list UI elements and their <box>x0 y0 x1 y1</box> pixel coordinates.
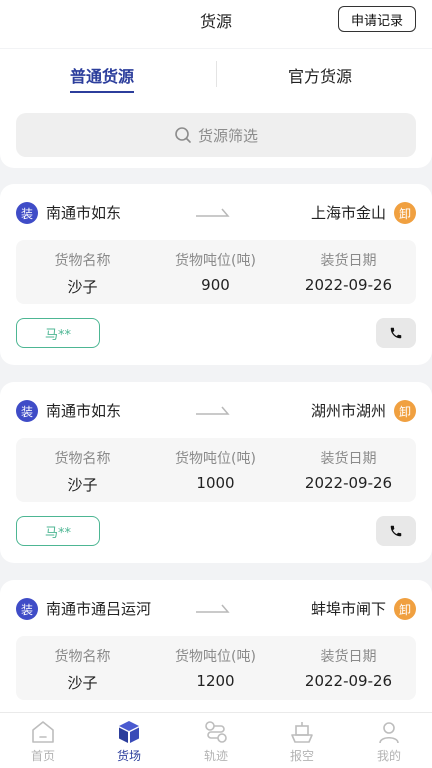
date-value: 2022-09-26 <box>304 276 393 294</box>
destination-label: 湖州市湖州 <box>310 402 386 420</box>
cube-icon <box>119 721 139 743</box>
tabbar-label: 轨迹 <box>203 749 228 763</box>
date-label: 装货日期 <box>320 649 377 665</box>
search-placeholder: 货源筛选 <box>197 126 258 145</box>
tonnage-label: 货物吨位(吨) <box>175 253 256 269</box>
destination-label: 上海市金山 <box>310 204 386 222</box>
tabbar-label: 我的 <box>376 749 401 763</box>
contact-tag[interactable]: 马** <box>16 318 100 348</box>
origin-label: 南通市通吕运河 <box>46 600 152 618</box>
phone-button[interactable] <box>376 318 416 348</box>
route: 装 南通市如东 湖州市湖州 卸 <box>16 398 416 424</box>
tonnage-value: 1000 <box>196 474 235 492</box>
tonnage-col: 货物吨位(吨) 1200 <box>149 646 282 690</box>
cargo-name-value: 沙子 <box>67 674 98 692</box>
cargo-name-col: 货物名称 沙子 <box>16 448 149 495</box>
bottom-tabbar: 首页 货场 轨迹 报空 我的 <box>0 712 432 768</box>
cargo-name-label: 货物名称 <box>54 253 111 269</box>
tabbar-item-mine[interactable]: 我的 <box>346 719 432 764</box>
apply-records-button[interactable]: 申请记录 <box>338 6 416 32</box>
cargo-name-col: 货物名称 沙子 <box>16 250 149 297</box>
date-label: 装货日期 <box>320 451 377 467</box>
tonnage-value: 1200 <box>196 672 235 690</box>
arrow-right-icon <box>196 604 230 613</box>
destination-label: 蚌埠市闸下 <box>310 600 386 618</box>
load-badge: 装 <box>16 400 38 422</box>
date-value: 2022-09-26 <box>304 474 393 492</box>
route-icon <box>205 721 227 743</box>
ship-icon <box>291 722 313 743</box>
cargo-name-value: 沙子 <box>67 476 98 494</box>
tonnage-label: 货物吨位(吨) <box>175 451 256 467</box>
tabbar-item-report-empty[interactable]: 报空 <box>259 719 345 764</box>
origin-label: 南通市如东 <box>46 402 122 420</box>
unload-badge: 卸 <box>394 202 416 224</box>
tabbar-item-cargo-yard[interactable]: 货场 <box>86 719 172 764</box>
unload-badge: 卸 <box>394 400 416 422</box>
date-col: 装货日期 2022-09-26 <box>282 646 415 690</box>
header: 货源 申请记录 <box>0 0 432 48</box>
date-value: 2022-09-26 <box>304 672 393 690</box>
user-icon <box>379 722 399 744</box>
arrow-right-icon <box>196 208 230 217</box>
tonnage-value: 900 <box>201 276 230 294</box>
cargo-name-value: 沙子 <box>67 278 98 296</box>
tonnage-col: 货物吨位(吨) 900 <box>149 250 282 294</box>
search-icon <box>175 127 191 143</box>
tab-official-cargo[interactable]: 官方货源 <box>288 63 352 93</box>
tabbar-label: 货场 <box>116 749 141 763</box>
cargo-card[interactable]: 装 南通市如东 上海市金山 卸 货物名称 沙子 货物吨位(吨) 900 装货日期… <box>0 184 432 365</box>
tabs-area: 普通货源 官方货源 货源筛选 <box>0 49 432 168</box>
cargo-name-label: 货物名称 <box>54 451 111 467</box>
phone-icon <box>390 327 402 339</box>
cargo-info: 货物名称 沙子 货物吨位(吨) 1000 装货日期 2022-09-26 <box>16 438 416 502</box>
tabbar-label: 报空 <box>289 749 314 763</box>
date-label: 装货日期 <box>320 253 377 269</box>
origin-label: 南通市如东 <box>46 204 122 222</box>
tabbar-item-track[interactable]: 轨迹 <box>173 719 259 764</box>
load-badge: 装 <box>16 202 38 224</box>
route: 装 南通市通吕运河 蚌埠市闸下 卸 <box>16 596 416 622</box>
contact-tag[interactable]: 马** <box>16 516 100 546</box>
arrow-right-icon <box>196 406 230 415</box>
tabbar-item-home[interactable]: 首页 <box>0 719 86 764</box>
phone-icon <box>390 525 402 537</box>
cargo-info: 货物名称 沙子 货物吨位(吨) 1200 装货日期 2022-09-26 <box>16 636 416 700</box>
date-col: 装货日期 2022-09-26 <box>282 448 415 492</box>
cargo-card[interactable]: 装 南通市如东 湖州市湖州 卸 货物名称 沙子 货物吨位(吨) 1000 装货日… <box>0 382 432 563</box>
tabbar-label: 首页 <box>30 749 55 763</box>
phone-button[interactable] <box>376 516 416 546</box>
tonnage-label: 货物吨位(吨) <box>175 649 256 665</box>
tonnage-col: 货物吨位(吨) 1000 <box>149 448 282 492</box>
date-col: 装货日期 2022-09-26 <box>282 250 415 294</box>
cargo-name-label: 货物名称 <box>54 649 111 665</box>
home-icon <box>32 721 54 743</box>
cargo-info: 货物名称 沙子 货物吨位(吨) 900 装货日期 2022-09-26 <box>16 240 416 304</box>
cargo-name-col: 货物名称 沙子 <box>16 646 149 693</box>
search-bar[interactable]: 货源筛选 <box>16 113 416 157</box>
route: 装 南通市如东 上海市金山 卸 <box>16 200 416 226</box>
tab-divider <box>216 61 217 87</box>
tab-normal-cargo[interactable]: 普通货源 <box>70 63 135 93</box>
load-badge: 装 <box>16 598 38 620</box>
unload-badge: 卸 <box>394 598 416 620</box>
